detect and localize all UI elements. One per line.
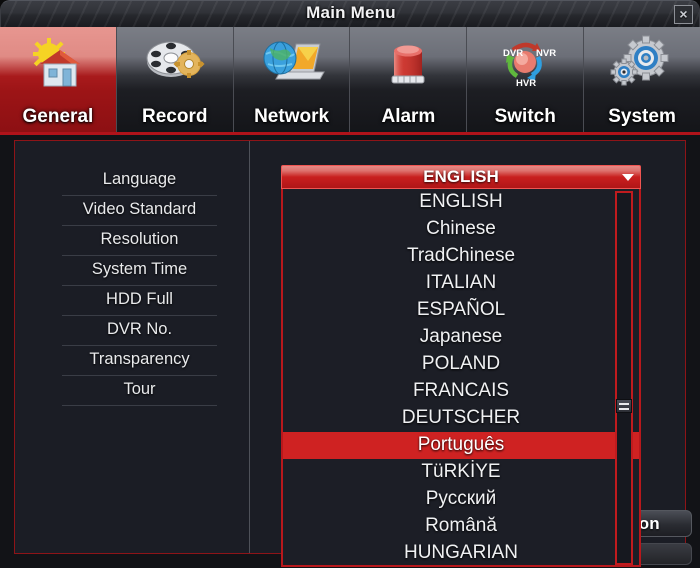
main-menu-window: Main Menu × General Record Network Alarm… [0,0,700,568]
sidebar-item-language[interactable]: Language [62,166,217,196]
tab-network[interactable]: Network [234,27,351,132]
sidebar-item-resolution[interactable]: Resolution [62,226,217,256]
tab-switch[interactable]: DVR NVR HVR Switch [467,27,585,132]
language-dropdown-value: ENGLISH [423,167,499,186]
sidebar-item-label: System Time [91,260,188,278]
language-dropdown-header[interactable]: ENGLISH [281,165,641,189]
sidebar-item-video-standard[interactable]: Video Standard [62,196,217,226]
tab-system[interactable]: System [584,27,700,132]
language-option[interactable]: DEUTSCHER [283,405,639,432]
sidebar-item-tour[interactable]: Tour [62,376,217,406]
language-option[interactable]: ITALIAN [283,270,639,297]
tab-label-record: Record [142,106,208,127]
film-reel-gear-icon [139,34,211,92]
sidebar-item-label: Resolution [100,230,179,248]
house-sun-icon [22,34,94,92]
tab-label-switch: Switch [494,106,556,127]
tab-general[interactable]: General [0,27,117,132]
sidebar-item-label: Language [102,170,177,188]
sidebar-item-system-time[interactable]: System Time [62,256,217,286]
language-option[interactable]: ENGLISH [283,189,639,216]
sidebar-item-label: HDD Full [106,290,173,308]
language-option[interactable]: Português [283,432,639,459]
sidebar-item-label: Tour [123,380,156,398]
svg-text:DVR: DVR [503,48,523,59]
language-option[interactable]: TradChinese [283,243,639,270]
svg-text:HVR: HVR [516,78,536,89]
gears-icon [606,34,678,92]
tab-label-general: General [22,106,94,127]
settings-menu-list: Language Video Standard Resolution Syste… [62,166,217,406]
sidebar-item-label: Video Standard [82,200,197,218]
language-option[interactable]: Chinese [283,216,639,243]
language-option-list[interactable]: ENGLISH Chinese TradChinese ITALIAN ESPAÑOL J… [281,189,641,567]
dvr-nvr-hvr-cycle-icon: DVR NVR HVR [489,34,561,92]
column-divider [249,141,250,553]
dropdown-scrollbar[interactable] [615,191,633,565]
globe-laptop-icon [256,34,328,92]
sidebar-item-hdd-full[interactable]: HDD Full [62,286,217,316]
language-option[interactable]: Română [283,513,639,540]
main-tab-bar: General Record Network Alarm DVR NVR HVR… [0,27,700,135]
language-option[interactable]: HUNGARIAN [283,540,639,565]
language-option[interactable]: POLAND [283,351,639,378]
scrollbar-thumb[interactable] [616,399,632,413]
sidebar-item-dvr-no[interactable]: DVR No. [62,316,217,346]
window-title: Main Menu [306,3,396,22]
tab-label-network: Network [254,106,330,127]
language-option[interactable]: FRANCAIS [283,378,639,405]
tab-label-system: System [608,106,676,127]
svg-text:NVR: NVR [536,48,556,59]
close-icon[interactable]: × [674,5,693,24]
tab-label-alarm: Alarm [381,106,436,127]
tab-alarm[interactable]: Alarm [350,27,468,132]
title-bar: Main Menu × [0,0,700,27]
language-option[interactable]: TüRKİYE [283,459,639,486]
language-option[interactable]: Japanese [283,324,639,351]
tab-record[interactable]: Record [117,27,234,132]
siren-light-icon [372,34,444,92]
language-dropdown: ENGLISH ENGLISH Chinese TradChinese ITALIAN… [281,165,641,567]
sidebar-item-label: DVR No. [106,320,173,338]
sidebar-item-transparency[interactable]: Transparency [62,346,217,376]
language-option[interactable]: Русский [283,486,639,513]
chevron-down-icon[interactable] [622,174,634,181]
sidebar-item-label: Transparency [89,350,190,368]
language-option[interactable]: ESPAÑOL [283,297,639,324]
